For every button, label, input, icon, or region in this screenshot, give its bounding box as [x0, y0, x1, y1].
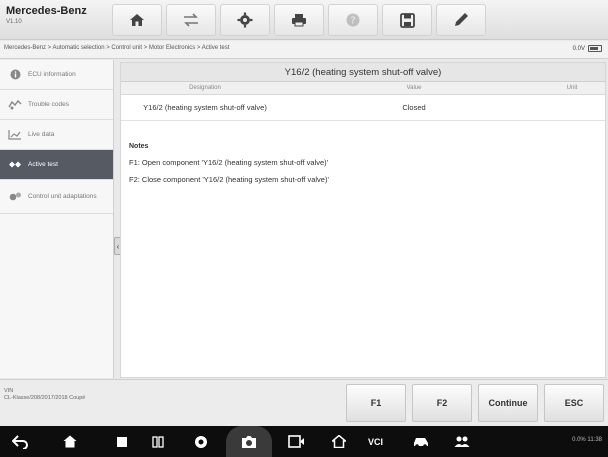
recent-apps-icon	[117, 436, 127, 447]
sidebar-item-ecu-information[interactable]: ECU information	[0, 60, 113, 90]
browser-button[interactable]	[194, 433, 208, 450]
screen-record-button[interactable]	[288, 433, 305, 450]
notes-section: Notes F1: Open component 'Y16/2 (heating…	[121, 121, 605, 184]
ecu-info-icon	[8, 69, 22, 81]
battery-status: 0.0V	[573, 45, 602, 52]
print-icon	[292, 14, 306, 27]
camera-icon	[242, 435, 256, 448]
sidebar: ECU information Trouble codes Live data …	[0, 60, 114, 378]
live-data-icon	[8, 129, 22, 141]
trouble-codes-icon	[8, 99, 22, 111]
settings-button[interactable]	[220, 4, 270, 36]
main-panel: Y16/2 (heating system shut-off valve) De…	[120, 62, 606, 378]
row-value: Closed	[402, 103, 426, 112]
active-test-icon	[8, 159, 22, 171]
users-icon	[454, 436, 470, 447]
adaptations-icon	[8, 191, 22, 203]
brand-name: Mercedes-Benz	[6, 5, 87, 17]
system-status: 0.0% 11:38	[572, 437, 602, 443]
sidebar-item-label: Trouble codes	[28, 100, 69, 108]
multiwindow-button[interactable]	[152, 433, 164, 450]
vehicle-swap-icon	[184, 13, 198, 27]
sidebar-item-label: Active test	[28, 160, 58, 168]
users-button[interactable]	[454, 433, 470, 450]
svg-text:?: ?	[350, 16, 355, 27]
vci-label: VCI	[368, 436, 384, 447]
vehicle-info: VIN CL-Klasse/208/2017/2018 Coupé	[4, 388, 85, 402]
breadcrumb-bar: Mercedes-Benz > Automatic selection > Co…	[0, 41, 608, 59]
note-line: F2: Close component 'Y16/2 (heating syst…	[129, 175, 329, 184]
row-designation: Y16/2 (heating system shut-off valve)	[143, 103, 267, 112]
vci-button[interactable]: VCI	[368, 433, 383, 450]
chevron-left-icon: ‹	[116, 241, 120, 251]
app-header: Mercedes-Benz V1.10 ?	[0, 0, 608, 40]
sidebar-item-label: ECU information	[28, 70, 76, 78]
column-header-unit: Unit	[566, 85, 578, 91]
browser-icon	[195, 435, 207, 448]
sidebar-item-label: Live data	[28, 130, 55, 138]
sidebar-item-trouble-codes[interactable]: Trouble codes	[0, 90, 113, 120]
vehicle-info-line: VIN	[4, 388, 14, 394]
page-title: Y16/2 (heating system shut-off valve)	[121, 63, 605, 82]
home-icon	[130, 14, 144, 26]
home-icon	[332, 435, 346, 448]
f2-button[interactable]: F2	[412, 384, 472, 422]
sidebar-item-active-test[interactable]: Active test	[0, 150, 113, 180]
column-header-value: Value	[406, 85, 422, 91]
home-shortcut-button[interactable]	[332, 433, 346, 450]
continue-button[interactable]: Continue	[478, 384, 538, 422]
save-icon	[399, 12, 415, 28]
screenshot-button[interactable]	[240, 433, 258, 450]
sidebar-item-control-unit-adaptations[interactable]: Control unit adaptations	[0, 180, 113, 214]
sidebar-item-live-data[interactable]: Live data	[0, 120, 113, 150]
sidebar-item-label: Control unit adaptations	[28, 192, 97, 200]
esc-button[interactable]: ESC	[544, 384, 604, 422]
save-button[interactable]	[382, 4, 432, 36]
function-keys: F1 F2 Continue ESC	[346, 384, 604, 422]
toolbar: ?	[112, 4, 486, 36]
notes-title: Notes	[129, 143, 149, 150]
edit-icon	[455, 13, 468, 26]
table-row: Y16/2 (heating system shut-off valve) Cl…	[121, 95, 605, 121]
vehicle-button[interactable]	[412, 433, 430, 450]
help-button[interactable]: ?	[328, 4, 378, 36]
brand-version: V1.10	[6, 19, 22, 25]
column-header-designation: Designation	[189, 85, 221, 91]
help-icon: ?	[346, 13, 360, 27]
system-nav-bar: VCI 0.0% 11:38	[0, 426, 608, 457]
settings-icon	[237, 12, 253, 28]
vehicle-swap-button[interactable]	[166, 4, 216, 36]
function-bar: VIN CL-Klasse/208/2017/2018 Coupé F1 F2 …	[0, 379, 608, 426]
edit-button[interactable]	[436, 4, 486, 36]
screen-record-icon	[288, 435, 304, 448]
breadcrumb: Mercedes-Benz > Automatic selection > Co…	[4, 45, 230, 51]
recent-apps-button[interactable]	[116, 433, 128, 450]
multiwindow-icon	[152, 435, 164, 448]
back-button[interactable]	[12, 433, 28, 450]
car-icon	[414, 438, 428, 448]
note-line: F1: Open component 'Y16/2 (heating syste…	[129, 158, 329, 167]
brand: Mercedes-Benz V1.10	[6, 5, 110, 25]
table-header: Designation Value Unit	[121, 82, 605, 95]
vehicle-info-line: CL-Klasse/208/2017/2018 Coupé	[4, 395, 86, 401]
f1-button[interactable]: F1	[346, 384, 406, 422]
battery-icon	[588, 45, 602, 52]
battery-voltage: 0.0V	[572, 45, 585, 52]
home-nav-button[interactable]	[63, 433, 77, 450]
home-icon	[63, 435, 77, 448]
home-button[interactable]	[112, 4, 162, 36]
back-icon	[12, 434, 28, 449]
print-button[interactable]	[274, 4, 324, 36]
